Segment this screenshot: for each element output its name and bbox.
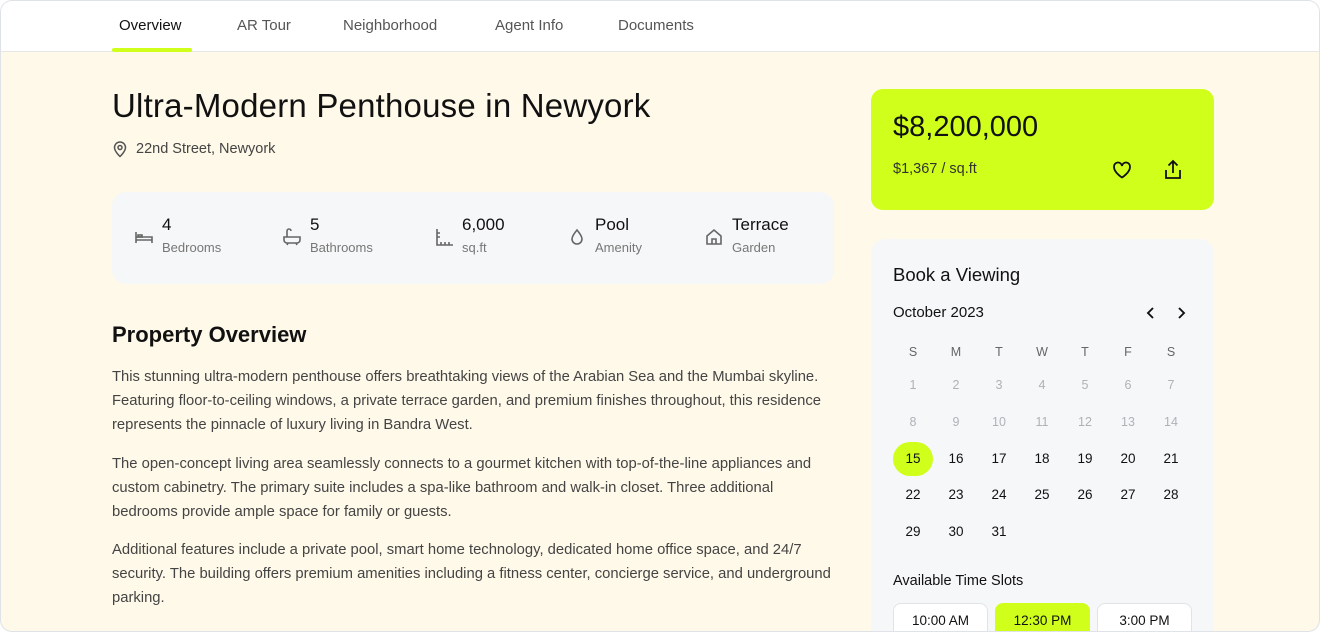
price-amount: $8,200,000: [893, 111, 1039, 143]
price-per-sqft: $1,367 / sq.ft: [893, 161, 977, 177]
weekday-label: S: [1166, 345, 1176, 359]
calendar-day: 12: [1078, 414, 1092, 429]
calendar-day[interactable]: 28: [1151, 478, 1191, 512]
stat-area: 6,000 sq.ft: [434, 214, 505, 255]
calendar-day-selected[interactable]: 15: [893, 441, 933, 476]
overview-paragraph: This stunning ultra-modern penthouse off…: [112, 369, 821, 433]
calendar-day: 7: [1167, 378, 1175, 392]
tab-ar-tour[interactable]: AR Tour: [237, 1, 291, 52]
stat-bathrooms: 5 Bathrooms: [282, 214, 373, 255]
calendar-day: 3: [995, 378, 1003, 392]
calendar-day[interactable]: 22: [893, 478, 933, 512]
stat-label: Bathrooms: [310, 240, 373, 255]
active-tab-indicator: [112, 48, 192, 52]
calendar-day: 13: [1121, 414, 1135, 429]
calendar-day: 11: [1035, 414, 1049, 429]
property-page: Overview AR Tour Neighborhood Agent Info…: [0, 0, 1320, 632]
stat-value: Pool: [595, 215, 630, 234]
calendar-day[interactable]: 26: [1065, 478, 1105, 512]
weekday-label: F: [1124, 345, 1132, 359]
weekday-label: S: [908, 345, 918, 359]
location-pin-icon: [113, 141, 127, 158]
calendar-day[interactable]: 31: [979, 515, 1019, 549]
calendar-day[interactable]: 21: [1151, 442, 1191, 476]
stat-bedrooms: 4 Bedrooms: [134, 214, 221, 255]
property-address: 22nd Street, Newyork: [112, 140, 275, 158]
chevron-right-icon[interactable]: [1172, 303, 1190, 323]
address-text: 22nd Street, Newyork: [136, 141, 276, 157]
weekday-label: T: [1081, 345, 1089, 359]
calendar-day: 10: [992, 414, 1006, 429]
calendar-day: 8: [909, 414, 917, 429]
weekday-label: W: [1036, 345, 1048, 359]
calendar-day[interactable]: 27: [1108, 478, 1148, 512]
weekday-label: T: [995, 345, 1003, 359]
tab-overview[interactable]: Overview: [119, 1, 182, 52]
time-slots-title: Available Time Slots: [893, 573, 1024, 589]
calendar-day[interactable]: 20: [1108, 442, 1148, 476]
share-icon[interactable]: [1162, 158, 1184, 182]
calendar-day[interactable]: 25: [1022, 478, 1062, 512]
property-title: Ultra-Modern Penthouse in Newyork: [112, 87, 651, 124]
price-card: $8,200,000 $1,367 / sq.ft: [871, 89, 1214, 210]
stats-panel: 4 Bedrooms 5 Bathrooms 6,000 sq.ft Pool …: [112, 192, 834, 284]
calendar-day[interactable]: 30: [936, 515, 976, 549]
calendar-day[interactable]: 18: [1022, 442, 1062, 476]
calendar-day: 9: [952, 414, 960, 429]
calendar-day[interactable]: 24: [979, 478, 1019, 512]
bed-icon: [135, 232, 153, 243]
overview-heading: Property Overview: [112, 322, 307, 347]
chevron-left-icon[interactable]: [1142, 303, 1160, 323]
calendar-day[interactable]: 23: [936, 478, 976, 512]
calendar-day: 1: [909, 378, 917, 392]
calendar-month: October 2023: [893, 304, 984, 321]
calendar-day: 4: [1038, 378, 1046, 392]
calendar-day[interactable]: 17: [979, 442, 1019, 476]
overview-paragraph: The open-concept living area seamlessly …: [112, 456, 812, 520]
stat-label: Garden: [732, 240, 776, 255]
calendar-day: 5: [1081, 378, 1089, 392]
booking-card: Book a Viewing October 2023 SMTWTFS12345…: [871, 239, 1214, 631]
overview-paragraph: Additional features include a private po…: [112, 542, 831, 606]
booking-title: Book a Viewing: [893, 264, 1021, 285]
stat-value: 4: [162, 215, 172, 234]
tab-agent-info[interactable]: Agent Info: [495, 1, 563, 52]
calendar-day: 6: [1124, 378, 1132, 392]
time-slot-button[interactable]: 3:00 PM: [1097, 603, 1192, 631]
calendar-day[interactable]: 16: [936, 442, 976, 476]
calendar-day: 14: [1164, 414, 1178, 429]
home-icon: [706, 228, 722, 245]
water-drop-icon: [571, 228, 583, 245]
calendar-day: 2: [952, 378, 960, 392]
tab-documents[interactable]: Documents: [618, 1, 694, 52]
ruler-icon: [436, 229, 453, 246]
stat-value: 6,000: [462, 215, 505, 234]
bath-icon: [283, 228, 301, 246]
stat-garden: Terrace Garden: [704, 214, 789, 255]
stat-label: Amenity: [595, 240, 642, 255]
tab-neighborhood[interactable]: Neighborhood: [343, 1, 437, 52]
weekday-label: M: [950, 345, 962, 359]
time-slot-button[interactable]: 10:00 AM: [893, 603, 988, 631]
calendar-day[interactable]: 19: [1065, 442, 1105, 476]
stat-label: sq.ft: [462, 240, 487, 255]
tab-bar: Overview AR Tour Neighborhood Agent Info…: [1, 1, 1319, 52]
stat-amenity: Pool Amenity: [567, 214, 642, 255]
calendar-day[interactable]: 29: [893, 515, 933, 549]
time-slot-button[interactable]: 12:30 PM: [995, 603, 1090, 631]
heart-icon[interactable]: [1111, 159, 1133, 181]
stat-label: Bedrooms: [162, 240, 222, 255]
stat-value: Terrace: [732, 215, 789, 234]
stat-value: 5: [310, 215, 320, 234]
